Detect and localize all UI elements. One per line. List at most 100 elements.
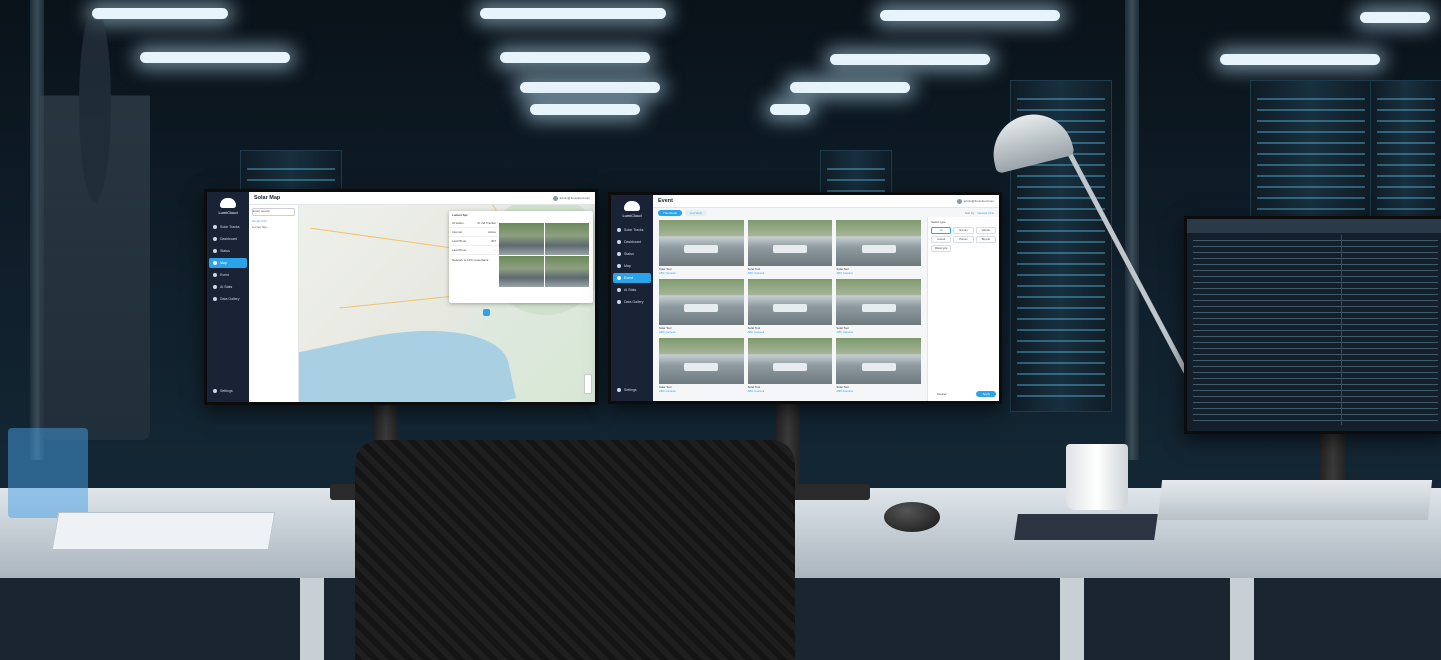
nav-status[interactable]: Status [209, 246, 247, 256]
ceiling-light [770, 104, 810, 115]
event-thumbnail [659, 338, 744, 384]
logo-text: LumiCloud [622, 213, 642, 218]
event-icon [213, 273, 217, 277]
event-card[interactable]: Solar Tool ABC Camera [747, 338, 833, 393]
event-card[interactable]: Solar Tool ABC Camera [659, 338, 744, 393]
event-card[interactable]: Solar Tool ABC Camera [659, 279, 744, 334]
office-chair [355, 440, 795, 660]
popup-thumbnails[interactable] [499, 223, 589, 287]
ceiling-light [830, 54, 990, 65]
split-divider [1341, 235, 1343, 425]
event-thumbnail [747, 220, 833, 266]
code-lines [1193, 235, 1438, 425]
ocean [299, 310, 516, 402]
gear-icon [213, 389, 217, 393]
chart-icon [213, 285, 217, 289]
apply-button[interactable]: Apply [976, 391, 996, 397]
device-popup: Lumen Spt AI status AI Vid Tracker Intern… [449, 211, 593, 303]
coffee-mug [1066, 444, 1128, 510]
nav-data-gallery[interactable]: Data Gallery [209, 294, 247, 304]
filter-panel: Select type All Human Vehicle Animal Per… [927, 217, 999, 401]
desk-leg [1230, 578, 1254, 660]
papers [51, 512, 276, 550]
filter-chip[interactable]: Bicycle [975, 236, 996, 243]
map-canvas[interactable]: Lumen Spt AI status AI Vid Tracker Intern… [299, 205, 595, 402]
nav-solar-tracks[interactable]: Solar Tracks [209, 222, 247, 232]
nav-event[interactable]: Event [209, 270, 247, 280]
nav-ai-stats[interactable]: AI Stats [209, 282, 247, 292]
cloud-icon [624, 201, 640, 211]
cloud-icon [220, 198, 236, 208]
logo-text: LumiCloud [218, 210, 238, 215]
ceiling-light [92, 8, 228, 19]
nav-dashboard[interactable]: Dashboard [613, 237, 651, 247]
event-card[interactable]: Solar Tool ABC Camera [747, 279, 833, 334]
tab-thumbnail[interactable]: Thumbnail [658, 209, 683, 216]
ceiling-light [480, 8, 666, 19]
filter-chip[interactable]: Animal [931, 236, 952, 243]
status-icon [213, 249, 217, 253]
event-card[interactable]: Solar Tool ABC Camera [659, 220, 744, 275]
event-card[interactable]: Solar Tool ABC Camera [747, 220, 833, 275]
list-item[interactable]: Lumen Spt... [252, 225, 295, 229]
camera-pin-icon[interactable] [483, 309, 490, 316]
event-card[interactable]: Solar Tool ABC Camera [836, 338, 921, 393]
left-monitor: LumiCloud Solar Tracks Dashboard Status … [204, 189, 598, 405]
filter-actions: Cancel Apply [931, 391, 996, 397]
filter-chip[interactable]: Human [953, 227, 974, 234]
filter-chip[interactable]: All [931, 227, 952, 234]
event-thumbnail [836, 279, 921, 325]
event-card[interactable]: Solar Tool ABC Camera [836, 279, 921, 334]
filter-chip[interactable]: Person [953, 236, 974, 243]
search-input[interactable]: Enter search [252, 208, 295, 216]
top-bar: Solar Map admin@lumicloud.com [249, 192, 595, 205]
nav-map[interactable]: Map [613, 261, 651, 271]
sidebar: LumiCloud Solar Tracks Dashboard Status … [611, 195, 653, 401]
laptop [1157, 480, 1433, 520]
nav-event[interactable]: Event [613, 273, 651, 283]
notebook [1014, 514, 1158, 540]
nav-settings[interactable]: Settings [209, 386, 247, 396]
ceiling-light [1360, 12, 1430, 23]
nav-map[interactable]: Map [209, 258, 247, 268]
popup-row: Last Photo 307 [449, 237, 499, 246]
sidebar: LumiCloud Solar Tracks Dashboard Status … [207, 192, 249, 402]
event-thumbnail [659, 279, 744, 325]
person-silhouette [40, 20, 150, 440]
main-panel: Event admin@lumicloud.com Thumbnail List… [653, 195, 999, 401]
page-title: Event [658, 198, 673, 204]
nav-dashboard[interactable]: Dashboard [209, 234, 247, 244]
office-scene: LumiCloud Solar Tracks Dashboard Status … [0, 0, 1441, 660]
user-menu[interactable]: admin@lumicloud.com [552, 195, 590, 201]
map-icon [213, 261, 217, 265]
event-icon [617, 276, 621, 280]
filter-chip[interactable]: Vehicle [975, 227, 996, 234]
filter-title: Select type [931, 220, 946, 224]
filter-chip[interactable]: Motorcycle [931, 245, 952, 252]
user-menu[interactable]: admin@lumicloud.com [956, 198, 994, 204]
nav-solar-tracks[interactable]: Solar Tracks [613, 225, 651, 235]
cancel-button[interactable]: Cancel [931, 391, 952, 397]
app-logo: LumiCloud [207, 198, 249, 215]
tab-list-view[interactable]: List View [685, 209, 707, 216]
nav-status[interactable]: Status [613, 249, 651, 259]
event-thumbnail [836, 220, 921, 266]
sun-icon [213, 225, 217, 229]
event-body: Solar Tool ABC Camera Solar Tool ABC Camer… [653, 217, 999, 401]
ceiling-light [880, 10, 1060, 21]
popup-row: Internet Active [449, 228, 499, 237]
ceiling-light [790, 82, 910, 93]
nav-settings[interactable]: Settings [613, 385, 651, 395]
zoom-control[interactable] [584, 374, 592, 394]
app-logo: LumiCloud [611, 201, 653, 218]
event-card[interactable]: Solar Tool ABC Camera [836, 220, 921, 275]
group-label[interactable]: Group (13) [252, 219, 295, 223]
map-icon [617, 264, 621, 268]
main-panel: Solar Map admin@lumicloud.com Enter sear… [249, 192, 595, 402]
nav-data-gallery[interactable]: Data Gallery [613, 297, 651, 307]
right-monitor [1184, 216, 1441, 434]
sort-select[interactable]: Newest First [977, 211, 994, 215]
grid-icon [213, 237, 217, 241]
popup-row: AI status AI Vid Tracker [449, 219, 499, 228]
nav-ai-stats[interactable]: AI Stats [613, 285, 651, 295]
